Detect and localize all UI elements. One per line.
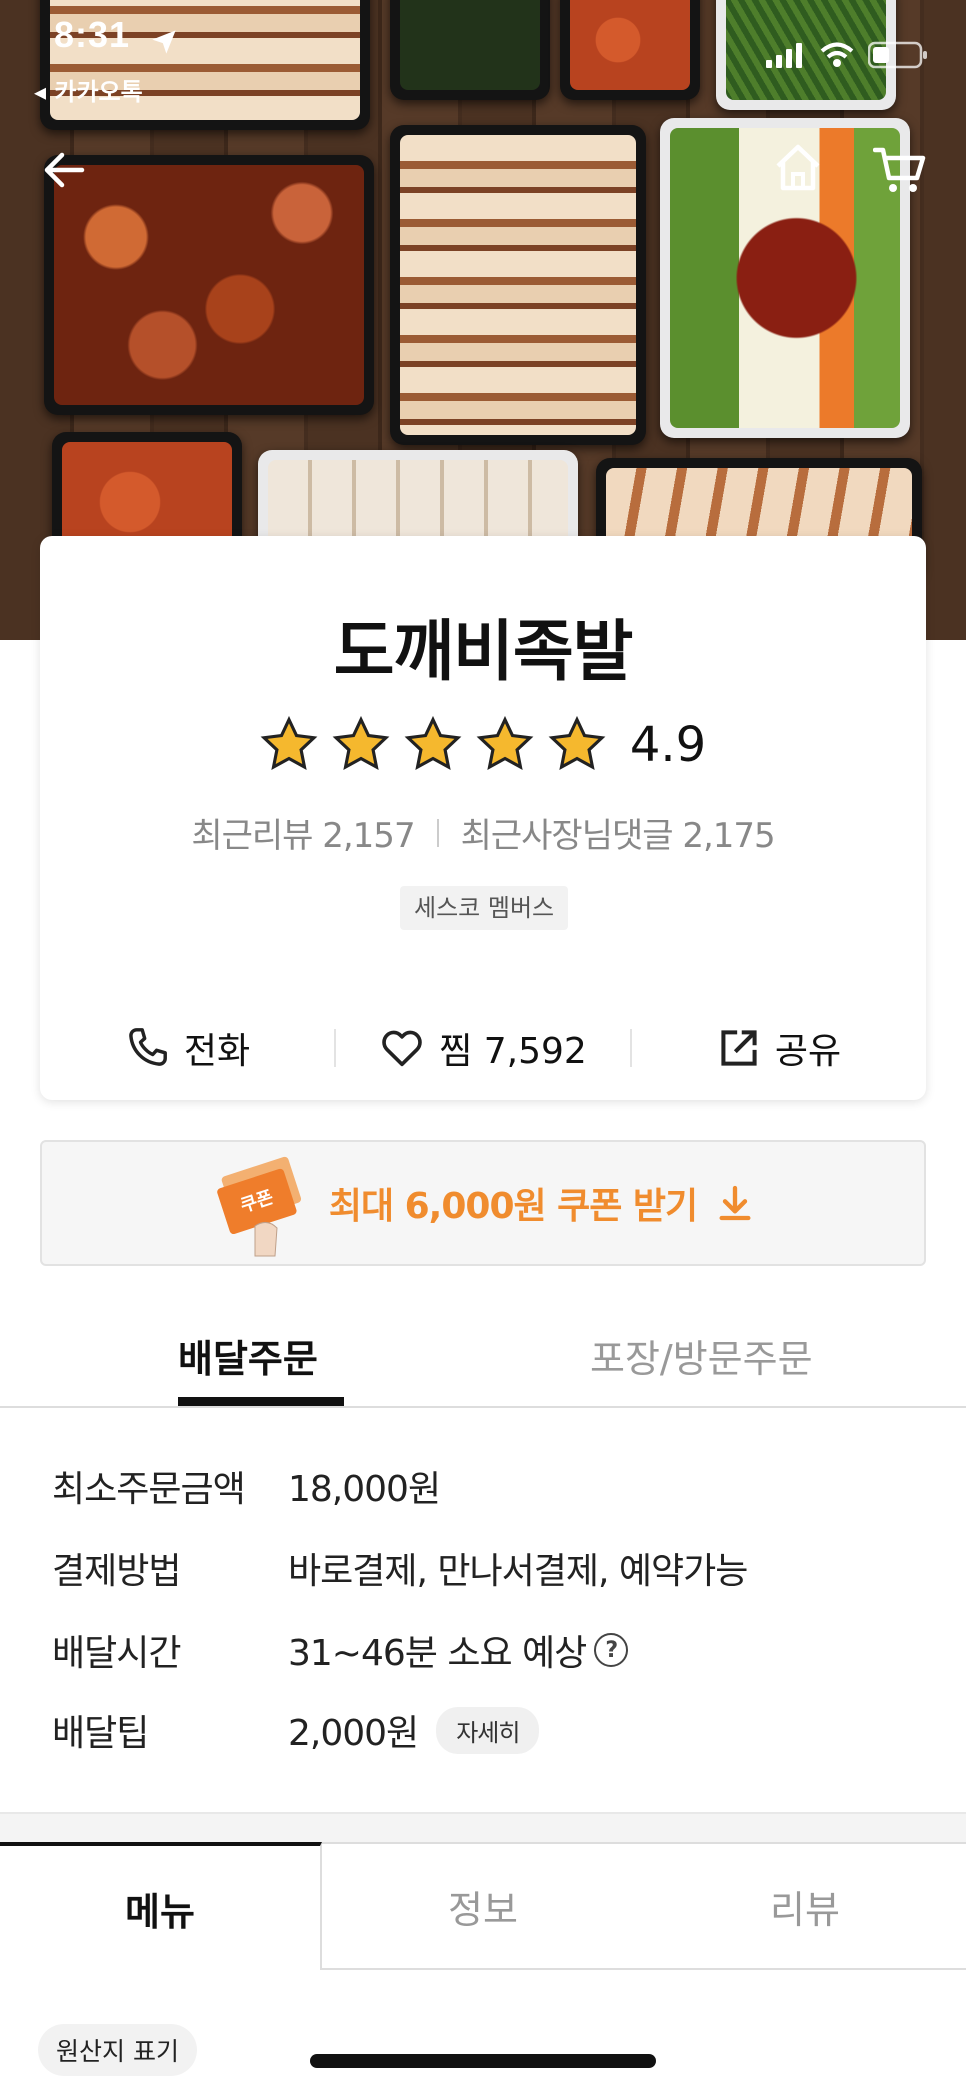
help-icon[interactable]: ? bbox=[594, 1633, 629, 1667]
coupon-text: 최대 6,000원 쿠폰 받기 bbox=[328, 1186, 698, 1227]
store-name: 도깨비족발 bbox=[333, 613, 634, 690]
delivery-time-row: 배달시간 31~46분 소요 예상 ? bbox=[52, 1624, 912, 1676]
min-order-value: 18,000원 bbox=[288, 1469, 441, 1510]
home-button[interactable] bbox=[768, 138, 828, 198]
cart-icon bbox=[873, 147, 926, 192]
rating-row: 4.9 bbox=[40, 716, 926, 774]
coupon-ticket-icon: 쿠폰 bbox=[217, 1156, 301, 1257]
delivery-tip-value: 2,000원 bbox=[288, 1713, 419, 1754]
tab-info[interactable]: 정보 bbox=[322, 1842, 644, 1970]
call-label: 전화 bbox=[183, 1031, 251, 1072]
delivery-tip-label: 배달팁 bbox=[52, 1713, 149, 1754]
status-time: 8:31 bbox=[54, 14, 131, 55]
star-icon bbox=[404, 716, 462, 770]
wifi-icon bbox=[820, 42, 854, 67]
call-button[interactable]: 전화 bbox=[40, 1022, 334, 1074]
order-type-tabs: 배달주문 포장/방문주문 bbox=[0, 1308, 966, 1408]
delivery-tip-detail-button[interactable]: 자세히 bbox=[436, 1706, 540, 1754]
cesco-badge: 세스코 멤버스 bbox=[400, 886, 569, 930]
store-actions: 전화 찜 7,592 공유 bbox=[40, 998, 926, 1098]
delivery-time-value: 31~46분 소요 예상 bbox=[288, 1633, 587, 1674]
share-label: 공유 bbox=[774, 1031, 842, 1072]
payment-row: 결제방법 바로결제, 만나서결제, 예약가능 bbox=[52, 1542, 912, 1594]
home-indicator[interactable] bbox=[310, 2054, 656, 2068]
min-order-row: 최소주문금액 18,000원 bbox=[52, 1460, 912, 1512]
review-stats: 최근리뷰 2,157 최근사장님댓글 2,175 bbox=[40, 808, 926, 857]
tab-menu[interactable]: 메뉴 bbox=[0, 1842, 322, 1970]
content-tabs: 메뉴 정보 리뷰 bbox=[0, 1842, 966, 1970]
location-arrow-icon bbox=[152, 30, 176, 54]
download-arrow-icon bbox=[719, 1185, 751, 1221]
back-button[interactable] bbox=[34, 140, 94, 200]
rating-value: 4.9 bbox=[629, 717, 707, 773]
min-order-label: 최소주문금액 bbox=[52, 1469, 246, 1510]
payment-label: 결제방법 bbox=[52, 1551, 181, 1592]
delivery-time-label: 배달시간 bbox=[52, 1633, 181, 1674]
arrow-left-icon bbox=[44, 152, 85, 188]
cart-button[interactable] bbox=[870, 140, 930, 200]
store-info-card: 도깨비족발 4.9 최근리뷰 2,157 최근사장님댓글 2,175 세스코 멤… bbox=[40, 536, 926, 1100]
delivery-tip-row: 배달팁 2,000원 자세히 bbox=[52, 1704, 912, 1756]
star-icon bbox=[548, 716, 606, 770]
favorite-count: 찜 7,592 bbox=[439, 1031, 587, 1072]
origin-info-chip[interactable]: 원산지 표기 bbox=[38, 2024, 197, 2076]
heart-icon bbox=[382, 1030, 422, 1067]
home-icon bbox=[776, 144, 820, 191]
star-icon bbox=[476, 716, 534, 770]
share-icon bbox=[721, 1030, 757, 1066]
star-icon bbox=[260, 716, 318, 770]
coupon-button[interactable]: 쿠폰 최대 6,000원 쿠폰 받기 bbox=[40, 1140, 926, 1266]
active-tab-indicator bbox=[178, 1397, 344, 1406]
tab-review[interactable]: 리뷰 bbox=[644, 1842, 966, 1970]
battery-icon bbox=[868, 41, 927, 69]
section-divider bbox=[0, 1812, 966, 1842]
owner-replies-count[interactable]: 최근사장님댓글 2,175 bbox=[461, 808, 776, 857]
recent-reviews-count[interactable]: 최근리뷰 2,157 bbox=[191, 808, 415, 857]
stats-divider bbox=[436, 818, 439, 847]
favorite-button[interactable]: 찜 7,592 bbox=[336, 1022, 630, 1074]
phone-icon bbox=[129, 1028, 167, 1066]
share-button[interactable]: 공유 bbox=[632, 1022, 926, 1074]
tab-pickup-order[interactable]: 포장/방문주문 bbox=[590, 1328, 813, 1383]
back-to-app-link[interactable]: ◂ 카카오톡 bbox=[34, 72, 143, 107]
star-icon bbox=[332, 716, 390, 770]
payment-value: 바로결제, 만나서결제, 예약가능 bbox=[288, 1551, 748, 1592]
signal-icon bbox=[766, 43, 802, 68]
tab-delivery-order[interactable]: 배달주문 bbox=[178, 1328, 318, 1383]
